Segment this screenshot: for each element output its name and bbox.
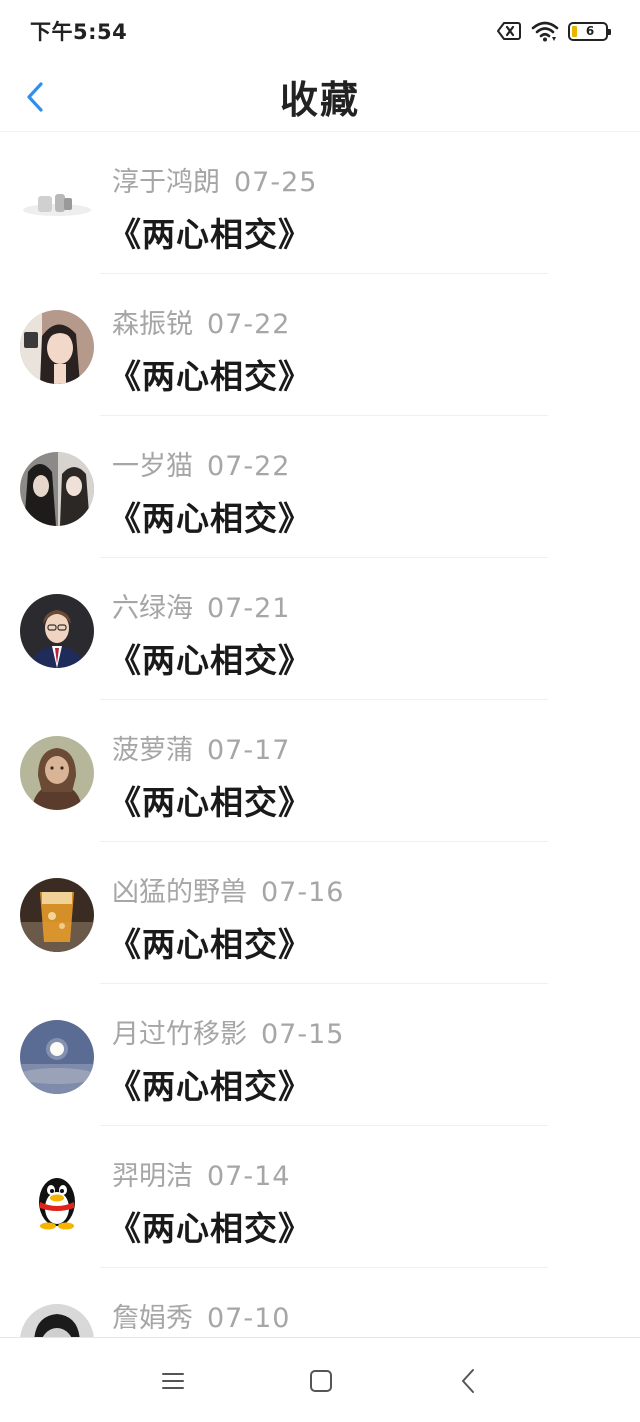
- avatar: [20, 736, 94, 810]
- list-item[interactable]: 月过竹移影 07-15 《两心相交》: [0, 984, 640, 1126]
- home-square-icon[interactable]: [306, 1366, 336, 1396]
- item-date: 07-22: [207, 451, 291, 482]
- item-date: 07-14: [207, 1161, 291, 1192]
- avatar: [20, 1020, 94, 1094]
- battery-level: 6: [585, 24, 595, 38]
- list-item[interactable]: 六绿海 07-21 《两心相交》: [0, 558, 640, 700]
- item-title: 《两心相交》: [108, 925, 312, 964]
- status-time: 下午5:54: [30, 20, 128, 44]
- item-date: 07-10: [207, 1303, 291, 1334]
- item-title: 《两心相交》: [108, 215, 312, 254]
- menu-icon[interactable]: [158, 1366, 188, 1396]
- user-name: 凶猛的野兽: [112, 877, 247, 908]
- page-title: 收藏: [279, 78, 360, 122]
- header: 收藏: [0, 62, 640, 132]
- user-name: 森振锐: [112, 309, 193, 340]
- list-item[interactable]: 菠萝蒲 07-17 《两心相交》: [0, 700, 640, 842]
- avatar: [20, 1304, 94, 1337]
- user-name: 詹娟秀: [112, 1303, 193, 1334]
- battery-icon: 6: [568, 21, 611, 41]
- item-title: 《两心相交》: [108, 1209, 312, 1248]
- wifi-icon: [531, 21, 559, 42]
- list-item[interactable]: 凶猛的野兽 07-16 《两心相交》: [0, 842, 640, 984]
- user-name: 月过竹移影: [112, 1019, 247, 1050]
- user-name: 一岁猫: [112, 451, 193, 482]
- item-date: 07-22: [207, 309, 291, 340]
- item-date: 07-16: [261, 877, 345, 908]
- user-name: 淳于鸿朗: [112, 167, 220, 198]
- item-date: 07-17: [207, 735, 291, 766]
- list-item[interactable]: 森振锐 07-22 《两心相交》: [0, 274, 640, 416]
- item-date: 07-21: [207, 593, 291, 624]
- list-item[interactable]: 詹娟秀 07-10: [0, 1268, 640, 1337]
- item-title: 《两心相交》: [108, 499, 312, 538]
- favorites-list: 淳于鸿朗 07-25 《两心相交》 森振锐 07-22 《两心相交》 一岁猫 0…: [0, 132, 640, 1337]
- item-title: 《两心相交》: [108, 783, 312, 822]
- avatar: [20, 878, 94, 952]
- item-title: 《两心相交》: [108, 1067, 312, 1106]
- avatar: [20, 310, 94, 384]
- item-title: 《两心相交》: [108, 641, 312, 680]
- user-name: 六绿海: [112, 593, 193, 624]
- item-date: 07-15: [261, 1019, 345, 1050]
- avatar: [20, 1162, 94, 1236]
- item-date: 07-25: [234, 167, 318, 198]
- item-title: 《两心相交》: [108, 357, 312, 396]
- list-item[interactable]: 羿明洁 07-14 《两心相交》: [0, 1126, 640, 1268]
- status-icons: 6: [496, 20, 611, 42]
- avatar: [20, 168, 94, 242]
- no-sim-icon: [497, 22, 521, 40]
- user-name: 羿明洁: [112, 1161, 193, 1192]
- list-item[interactable]: 一岁猫 07-22 《两心相交》: [0, 416, 640, 558]
- back-chevron-icon[interactable]: [454, 1366, 484, 1396]
- back-arrow-icon[interactable]: [22, 78, 50, 116]
- avatar: [20, 594, 94, 668]
- avatar: [20, 452, 94, 526]
- status-bar: 下午5:54 6: [0, 0, 640, 62]
- user-name: 菠萝蒲: [112, 735, 193, 766]
- system-nav-bar: [0, 1337, 640, 1422]
- list-item[interactable]: 淳于鸿朗 07-25 《两心相交》: [0, 132, 640, 274]
